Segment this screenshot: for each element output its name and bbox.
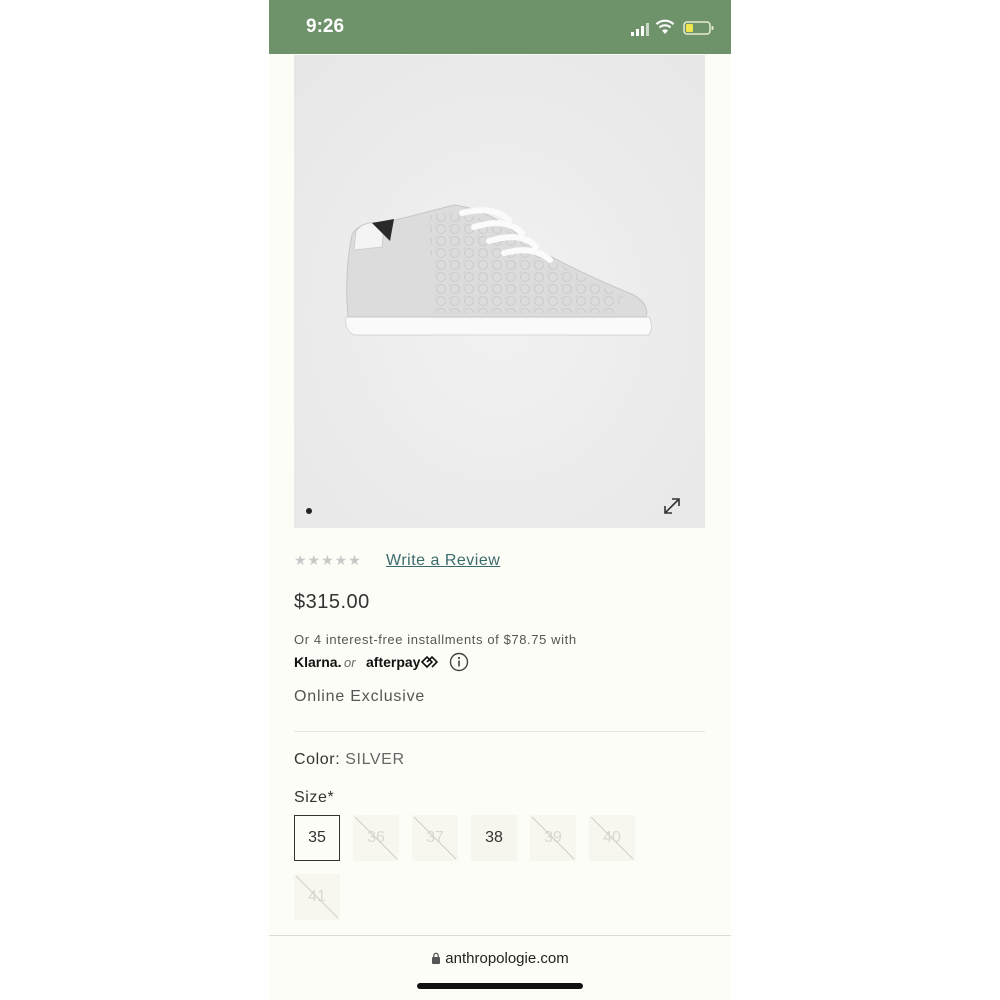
status-time: 9:26 [306,16,345,37]
home-indicator[interactable] [417,983,583,989]
size-option-35[interactable]: 35 [294,815,340,861]
battery-icon [683,21,714,35]
unavailable-slash [531,816,575,860]
status-bar: 9:26 [269,0,731,54]
write-review-link[interactable]: Write a Review [386,552,500,570]
size-option-38[interactable]: 38 [471,815,517,861]
unavailable-slash [590,816,634,860]
unavailable-slash [295,875,339,919]
payment-or: or [344,655,356,670]
afterpay-logo-text[interactable]: afterpay [366,654,420,670]
size-label-text: 35 [308,829,326,846]
availability-text: Online Exclusive [294,688,426,705]
browser-divider [269,935,731,936]
size-option-40[interactable]: 40 [589,815,635,861]
divider [294,731,705,732]
browser-url-bar[interactable]: anthropologie.com [269,950,731,972]
product-image[interactable] [294,55,705,528]
carousel-indicator[interactable] [306,508,312,514]
product-price: $315.00 [294,591,370,613]
installments-text: Or 4 interest-free installments of $78.7… [294,632,577,647]
unavailable-slash [354,816,398,860]
wifi-icon [655,19,675,34]
unavailable-slash [413,816,457,860]
color-value: SILVER [345,751,405,768]
size-option-41[interactable]: 41 [294,874,340,920]
size-option-39[interactable]: 39 [530,815,576,861]
size-option-37[interactable]: 37 [412,815,458,861]
expand-icon[interactable] [661,495,683,517]
signal-icon [631,23,649,36]
rating-stars: ★★★★★ [294,552,362,568]
color-label: Color: [294,751,341,768]
url-text: anthropologie.com [445,950,569,967]
size-option-36[interactable]: 36 [353,815,399,861]
phone-screen: 9:26 ★★★★★ Write a Review $315.00 Or 4 i… [269,0,731,1000]
info-icon[interactable] [449,652,469,672]
size-label: Size* [294,789,335,806]
color-row: Color: SILVER [294,751,405,769]
lock-icon [432,952,441,964]
sneaker-image [294,55,705,528]
klarna-logo[interactable]: Klarna. [294,654,341,670]
afterpay-icon [420,655,439,669]
size-label-text: 38 [485,829,503,846]
